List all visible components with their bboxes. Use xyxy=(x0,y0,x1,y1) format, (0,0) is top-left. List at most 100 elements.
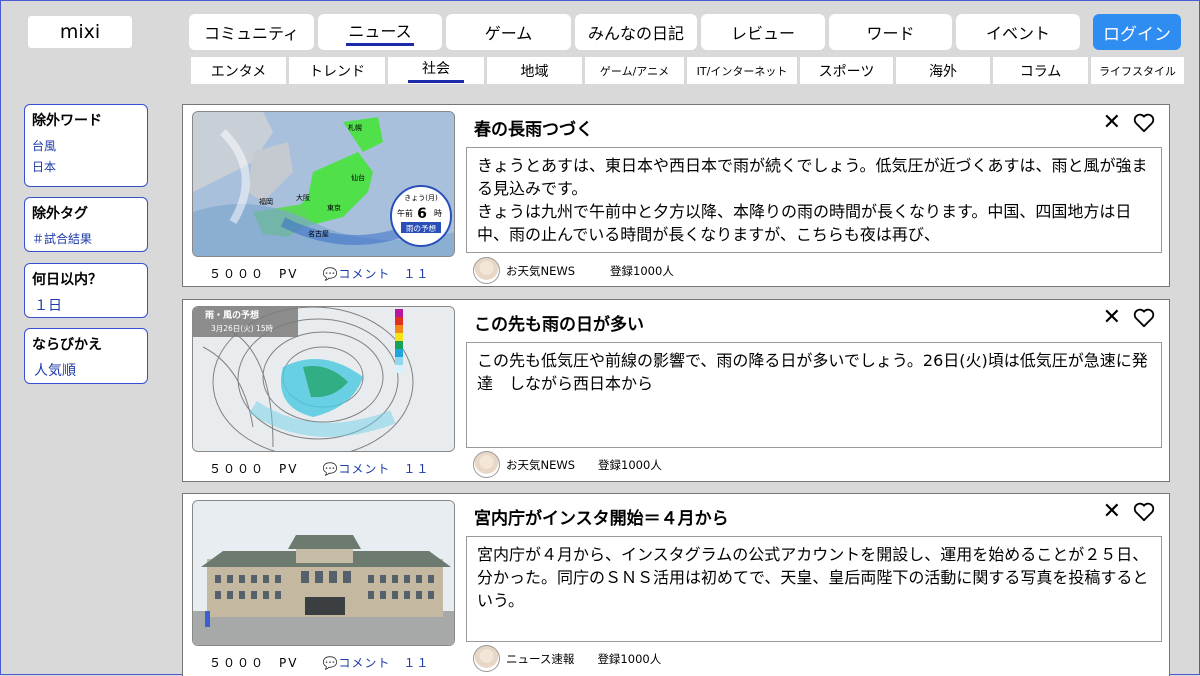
map-badge-ampm: 午前 xyxy=(397,208,413,218)
news-card[interactable]: 札幌 仙台 大阪 東京 福岡 名古屋 きょう(月) 午前 6 時 雨の予想 ５０… xyxy=(182,104,1170,287)
comment-icon: 💬 xyxy=(322,656,339,670)
subtab-label: IT/インターネット xyxy=(696,64,788,78)
article-body[interactable]: この先も低気圧や前線の影響で、雨の降る日が多いでしょう。26日(火)頃は低気圧が… xyxy=(466,342,1162,448)
map-badge-hour: 6 xyxy=(417,206,427,222)
subtab-column[interactable]: コラム xyxy=(993,57,1088,84)
subtab-label: スポーツ xyxy=(818,63,875,80)
news-card[interactable]: 雨・風の予想 3月26日(火) 15時 ５０００ PV 💬コメント １１ この先… xyxy=(182,299,1170,482)
days-filter-title: 何日以内？ xyxy=(32,272,102,288)
comment-icon: 💬 xyxy=(322,267,339,281)
tab-news[interactable]: ニュース xyxy=(318,14,442,50)
subtab-region[interactable]: 地域 xyxy=(487,57,582,84)
article-author[interactable]: お天気NEWS 登録1000人 xyxy=(473,257,674,284)
exclude-word-item[interactable]: 日本 xyxy=(32,157,140,178)
subtab-label: 地域 xyxy=(520,63,549,80)
news-card[interactable]: ５０００ PV 💬コメント １１ 宮内庁がインスタ開始＝４月から ✕ 宮内庁が４… xyxy=(182,493,1170,676)
subtab-game-anime[interactable]: ゲーム/アニメ xyxy=(585,57,684,84)
tab-game[interactable]: ゲーム xyxy=(446,14,571,50)
avatar xyxy=(473,451,500,478)
exclude-words-panel[interactable]: 除外ワード 台風 日本 xyxy=(24,104,148,187)
tab-label: コミュニティ xyxy=(203,24,300,43)
days-filter-value[interactable]: １日 xyxy=(32,295,140,315)
tab-label: ゲーム xyxy=(484,24,533,43)
registered-count: 登録1000人 xyxy=(598,457,662,472)
mixi-logo[interactable]: mixi xyxy=(28,16,132,48)
close-icon[interactable]: ✕ xyxy=(1103,306,1121,330)
tab-label: みんなの日記 xyxy=(587,24,684,43)
comments-label: コメント １１ xyxy=(338,656,430,670)
comments-label: コメント １１ xyxy=(338,267,430,281)
map-label: 福岡 xyxy=(259,197,273,206)
subtab-overseas[interactable]: 海外 xyxy=(896,57,990,84)
heart-icon[interactable] xyxy=(1133,308,1155,328)
article-title[interactable]: 春の長雨つづく xyxy=(474,115,593,140)
tab-diary[interactable]: みんなの日記 xyxy=(575,14,697,50)
article-author[interactable]: ニュース速報 登録1000人 xyxy=(473,645,661,672)
heart-icon[interactable] xyxy=(1133,502,1155,522)
palace-photo[interactable] xyxy=(192,500,455,646)
subtab-it-internet[interactable]: IT/インターネット xyxy=(687,57,797,84)
sort-panel[interactable]: ならびかえ 人気順 xyxy=(24,328,148,384)
pv-count: ５０００ PV xyxy=(209,267,299,281)
tab-community[interactable]: コミュニティ xyxy=(189,14,314,50)
article-author[interactable]: お天気NEWS 登録1000人 xyxy=(473,451,662,478)
tab-label: ワード xyxy=(866,24,915,43)
subtab-label: ライフスタイル xyxy=(1099,64,1176,78)
map-title: 雨・風の予想 xyxy=(205,309,259,321)
article-body[interactable]: 宮内庁が４月から、インスタグラムの公式アカウントを開設し、運用を始めることが２５… xyxy=(466,536,1162,642)
comments-link[interactable]: 💬コメント １１ xyxy=(322,265,429,282)
map-label: 仙台 xyxy=(351,173,365,182)
card-stats: ５０００ PV 💬コメント １１ xyxy=(209,265,429,282)
sort-value[interactable]: 人気順 xyxy=(32,360,140,380)
weather-map-image[interactable]: 札幌 仙台 大阪 東京 福岡 名古屋 きょう(月) 午前 6 時 雨の予想 xyxy=(192,111,455,257)
subtab-lifestyle[interactable]: ライフスタイル xyxy=(1091,57,1184,84)
heart-icon[interactable] xyxy=(1133,113,1155,133)
article-title[interactable]: この先も雨の日が多い xyxy=(474,310,644,335)
map-label: 大阪 xyxy=(296,193,310,202)
weather-map-image[interactable]: 雨・風の予想 3月26日(火) 15時 xyxy=(192,306,455,452)
close-icon[interactable]: ✕ xyxy=(1103,500,1121,524)
tab-review[interactable]: レビュー xyxy=(701,14,825,50)
exclude-words-title: 除外ワード xyxy=(32,113,102,129)
comment-icon: 💬 xyxy=(322,462,339,476)
pv-count: ５０００ PV xyxy=(209,462,299,476)
subtab-label: コラム xyxy=(1019,63,1062,80)
sub-nav: エンタメ トレンド 社会 地域 ゲーム/アニメ IT/インターネット スポーツ … xyxy=(191,57,1187,84)
pv-count: ５０００ PV xyxy=(209,656,299,670)
map-badge-day: きょう(月) xyxy=(404,194,438,202)
subtab-entertainment[interactable]: エンタメ xyxy=(191,57,286,84)
subtab-trend[interactable]: トレンド xyxy=(289,57,385,84)
map-label: 名古屋 xyxy=(308,229,329,238)
close-icon[interactable]: ✕ xyxy=(1103,111,1121,135)
exclude-tag-item[interactable]: ＃試合結果 xyxy=(32,229,140,250)
comments-link[interactable]: 💬コメント １１ xyxy=(322,460,429,477)
days-filter-panel[interactable]: 何日以内？ １日 xyxy=(24,263,148,318)
article-title[interactable]: 宮内庁がインスタ開始＝４月から xyxy=(474,504,729,529)
subtab-label: エンタメ xyxy=(210,63,267,80)
card-stats: ５０００ PV 💬コメント １１ xyxy=(209,460,429,477)
subtab-label: ゲーム/アニメ xyxy=(599,64,670,78)
map-badge-unit: 時 xyxy=(434,209,442,218)
exclude-word-item[interactable]: 台風 xyxy=(32,136,140,157)
map-date: 3月26日(火) 15時 xyxy=(211,324,274,333)
card-actions: ✕ xyxy=(1103,500,1155,524)
subtab-sports[interactable]: スポーツ xyxy=(800,57,893,84)
subtab-label: 海外 xyxy=(929,63,957,80)
card-stats: ５０００ PV 💬コメント １１ xyxy=(209,654,429,671)
tab-word[interactable]: ワード xyxy=(829,14,952,50)
login-button[interactable]: ログイン xyxy=(1093,14,1181,50)
avatar xyxy=(473,645,500,672)
subtab-society[interactable]: 社会 xyxy=(388,57,484,84)
map-label: 札幌 xyxy=(348,123,362,132)
article-body[interactable]: きょうとあすは、東日本や西日本で雨が続くでしょう。低気圧が近づくあすは、雨と風が… xyxy=(466,147,1162,253)
main-nav: コミュニティ ニュース ゲーム みんなの日記 レビュー ワード イベント xyxy=(189,14,1084,50)
card-actions: ✕ xyxy=(1103,111,1155,135)
tab-event[interactable]: イベント xyxy=(956,14,1080,50)
comments-link[interactable]: 💬コメント １１ xyxy=(322,654,429,671)
author-name: お天気NEWS xyxy=(506,263,576,278)
tab-label: イベント xyxy=(985,24,1050,43)
registered-count: 登録1000人 xyxy=(610,263,674,278)
exclude-tags-panel[interactable]: 除外タグ ＃試合結果 xyxy=(24,197,148,252)
sort-title: ならびかえ xyxy=(32,337,102,353)
tab-label: レビュー xyxy=(730,24,795,43)
